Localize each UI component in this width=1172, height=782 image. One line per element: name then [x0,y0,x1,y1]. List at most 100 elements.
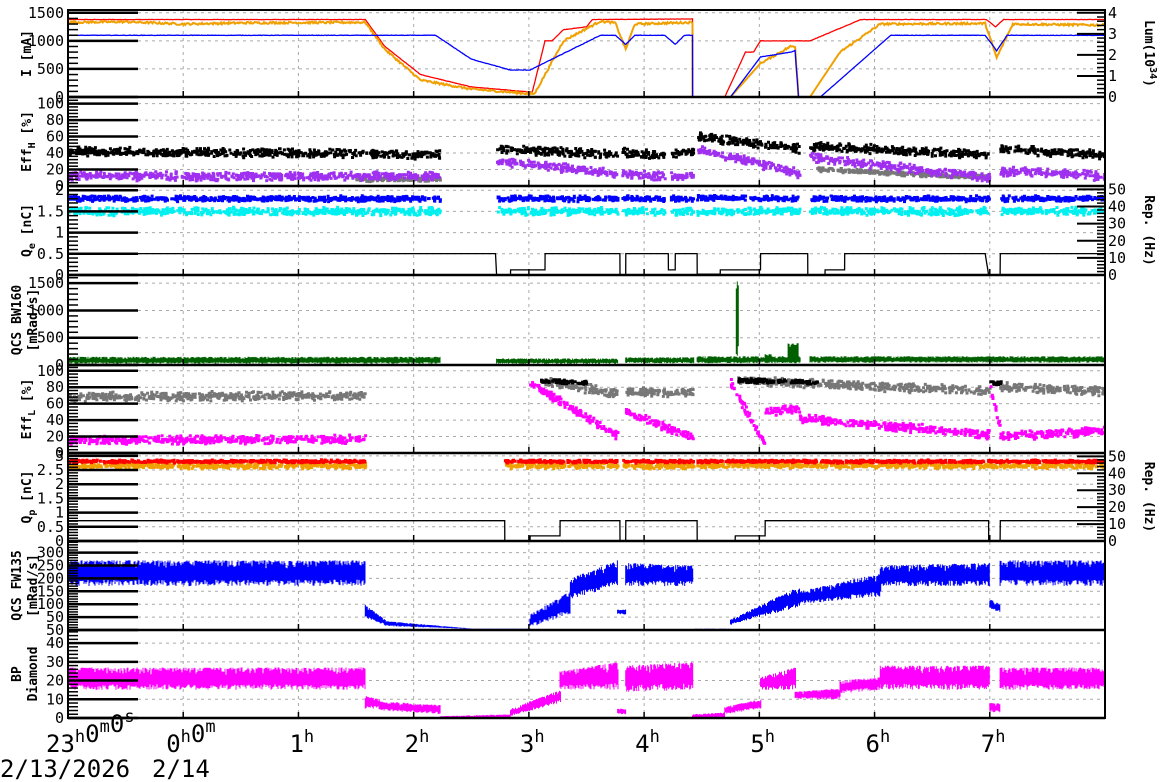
y-tick-label: 20 [46,672,64,690]
right-axis-title-part: ) [1141,79,1156,87]
axis-title-unit: [%] [20,111,35,142]
date-label-next: 2/14 [152,755,210,782]
x-tick-number: 0 [166,730,180,758]
qcs-fw135-marks [68,560,1105,630]
x-tick-label: 1h [289,727,314,758]
qp-right-axis-title: Rep. (Hz) [1141,462,1156,532]
eff-h-axis-title: EffH [%] [20,111,38,172]
y-tick-label: 1500 [28,4,64,22]
right-tick-label: 10 [1108,515,1126,533]
series-ler-current [68,18,1105,97]
y-tick-label: 40 [46,634,64,652]
x-tick-number: 7 [981,730,995,758]
bp-diamond-axis-title: BP [10,666,25,682]
series-qe-cyan [68,205,1105,218]
x-tick-number: 4 [635,730,649,758]
right-tick-label: 20 [1108,232,1126,250]
x-tick-number: 0 [191,720,205,748]
y-tick-label: 500 [37,60,64,78]
eff-h-marks [68,131,1105,184]
x-tick-unit: h [304,727,314,747]
series-e-rep-rate [68,520,1105,541]
date-label-start: 2/13/2026 [0,755,130,782]
right-tick-label: 0 [1108,266,1117,284]
qcs-bw160-axis-title: QCS BW160 [10,285,25,356]
x-tick-unit: m [100,717,110,737]
series-luminosity [68,34,1105,97]
qcs-bw160-marks [68,281,1105,364]
y-tick-label: 1 [55,224,64,242]
qcs-fw135-axis-title: QCS FW135 [10,550,25,620]
x-tick-number: 5 [750,730,764,758]
qe-marks [68,194,1105,275]
series-bp-diamond-dose [68,662,1105,718]
series-qp-red [68,458,1105,465]
right-tick-label: 3 [1108,25,1117,43]
qe-right-axis-title: Rep. (Hz) [1141,195,1156,265]
axis-title-text: Eff [20,416,35,439]
x-tick-unit: h [650,727,660,747]
right-tick-label: 50 [1108,180,1126,198]
y-tick-label: 100 [37,362,64,380]
x-tick-label: 2h [405,727,430,758]
eff-l-axis-title: EffL [%] [20,379,38,440]
current-axis-title: I [mA] [20,30,35,77]
qcs-bw160-axis-title: [mRad/s] [26,289,41,352]
x-tick-unit: h [181,727,191,747]
right-tick-label: 30 [1108,481,1126,499]
right-tick-label: 2 [1108,46,1117,64]
axis-title-unit: [nC] [20,471,35,510]
axis-title-text: Q [20,516,35,524]
axis-title-text: [mRad/s] [26,289,41,352]
chart-marks [68,18,1105,718]
x-tick-label: 4h [635,727,660,758]
y-tick-label: 0.5 [37,245,64,263]
axis-title-text: Diamond [26,647,41,702]
right-tick-label: 50 [1108,447,1126,465]
right-tick-label: 10 [1108,249,1126,267]
x-tick-label: 5h [750,727,775,758]
qcs-fw135-axis-title: [mRad/s] [26,554,41,617]
y-tick-label: 20 [46,161,64,179]
x-tick-number: 3 [520,730,534,758]
x-tick-number: 1 [289,730,303,758]
axis-title-text: Eff [20,148,35,171]
axis-title-text: Q [20,249,35,257]
bp-diamond-axis-title: Diamond [26,647,41,702]
series-e-rep-rate [68,252,1105,275]
x-tick-unit: h [880,727,890,747]
axis-title-unit: [nC] [20,204,35,243]
x-tick-number: 6 [866,730,880,758]
y-tick-label: 40 [46,144,64,162]
series-qcs-fw135-dose [68,560,1105,630]
x-tick-unit: h [765,727,775,747]
y-tick-label: 80 [46,378,64,396]
y-tick-label: 100 [37,95,64,113]
bp-diamond-marks [68,662,1105,718]
right-axis-title-part: Lum(10 [1141,20,1156,67]
axis-title-text: [mRad/s] [26,554,41,617]
x-tick-unit: h [419,727,429,747]
axis-title-text: BP [10,666,25,682]
x-tick-label: 6h [866,727,891,758]
y-tick-label: 40 [46,411,64,429]
axis-title-text: I [mA] [20,30,35,77]
y-tick-label: 3 [55,447,64,465]
series-effh-black [68,131,1105,161]
x-tick-number: 0 [110,710,124,738]
right-tick-label: 30 [1108,215,1126,233]
y-tick-label: 0 [55,709,64,727]
x-tick-unit: h [534,727,544,747]
accelerator-status-chart: 050010001500I [mA]01234Lum(1034)02040608… [0,4,1158,782]
x-tick-number: 2 [405,730,419,758]
right-tick-label: 4 [1108,4,1117,22]
right-tick-label: 1 [1108,67,1117,85]
y-tick-label: 2 [55,181,64,199]
x-tick-label: 0h0m [166,717,215,758]
x-tick-unit: h [995,727,1005,747]
series-qcs-bw160-dose [68,281,1105,364]
current-marks [68,18,1105,97]
x-tick-label: 7h [981,727,1006,758]
qe-axis-title: Qe [nC] [20,204,38,257]
x-tick-number: 0 [85,720,99,748]
